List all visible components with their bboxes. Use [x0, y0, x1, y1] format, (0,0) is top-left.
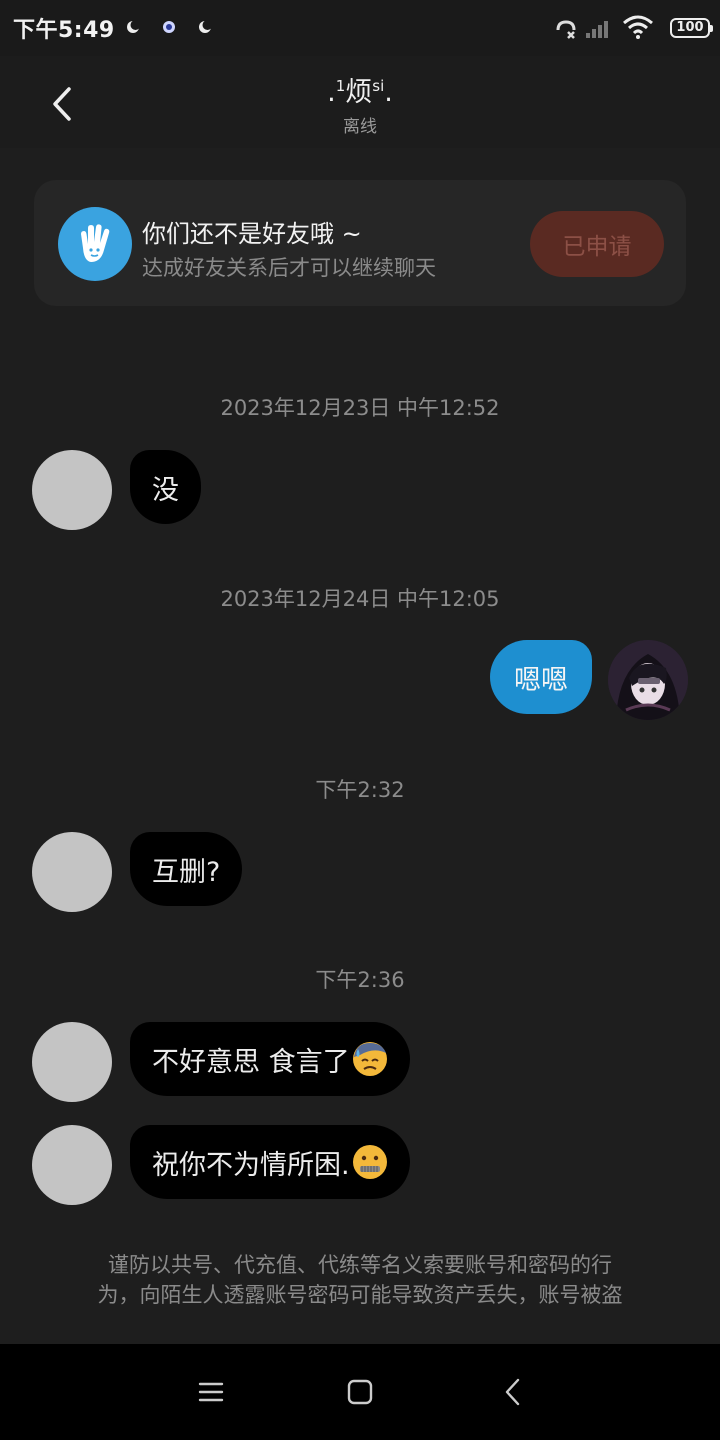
wifi-icon [623, 15, 653, 39]
title-sup-1: 1 [335, 77, 346, 95]
chat-title: .1烦si. [0, 70, 720, 109]
message-bubble-incoming[interactable]: 没 [130, 450, 201, 524]
cellular-signal-icon [586, 21, 608, 38]
nav-home-button[interactable] [336, 1368, 384, 1416]
call-disabled-icon [556, 20, 576, 39]
message-bubble-incoming[interactable]: 互删? [130, 832, 243, 906]
message-text: 不好意思 食言了 [152, 1046, 350, 1078]
message-timestamp: 下午2:32 [315, 778, 405, 802]
title-suffix: . [384, 77, 393, 108]
notice-line-2: 为，向陌生人透露账号密码可能导致资产丢失，账号被盗 [97, 1283, 623, 1307]
message-text: 祝你不为情所困. [152, 1149, 350, 1181]
nav-back-button[interactable] [488, 1368, 536, 1416]
battery-indicator: 100 [670, 18, 713, 38]
zipper-mouth-emoji-icon [352, 1145, 387, 1179]
security-notice: 谨防以共号、代充值、代练等名义索要账号和密码的行 为，向陌生人透露账号密码可能导… [60, 1250, 660, 1310]
downcast-sweat-emoji-icon [352, 1042, 387, 1076]
message-timestamp: 2023年12月23日 中午12:52 [220, 396, 500, 420]
notification-moon-icon [127, 20, 140, 33]
notification-app-icon [163, 21, 175, 33]
banner-subtitle: 达成好友关系后才可以继续聊天 [142, 256, 436, 280]
my-avatar[interactable] [608, 640, 688, 720]
contact-avatar[interactable] [32, 832, 112, 912]
home-square-icon [347, 1379, 373, 1405]
banner-title: 你们还不是好友哦 ~ [142, 220, 362, 248]
contact-avatar[interactable] [32, 1125, 112, 1205]
status-bar: 下午5:49 100 [0, 0, 720, 56]
message-timestamp: 下午2:36 [315, 968, 405, 992]
title-prefix: . [327, 77, 336, 108]
notification-moon-icon-2 [199, 20, 212, 33]
wave-hand-icon [58, 207, 132, 281]
contact-avatar[interactable] [32, 450, 112, 530]
message-bubble-incoming[interactable]: 不好意思 食言了 [130, 1022, 410, 1096]
status-time: 下午5:49 [13, 18, 115, 43]
message-bubble-incoming[interactable]: 祝你不为情所困. [130, 1125, 410, 1199]
chat-header: .1烦si. 离线 [0, 56, 720, 148]
back-triangle-icon [505, 1378, 520, 1406]
title-sup-2: si [372, 77, 385, 95]
notice-line-1: 谨防以共号、代充值、代练等名义索要账号和密码的行 [108, 1253, 612, 1277]
system-nav-bar [0, 1344, 720, 1440]
message-bubble-outgoing[interactable]: 嗯嗯 [490, 640, 592, 714]
message-timestamp: 2023年12月24日 中午12:05 [220, 587, 500, 611]
nav-menu-button[interactable] [187, 1368, 235, 1416]
menu-icon [198, 1382, 224, 1402]
contact-avatar[interactable] [32, 1022, 112, 1102]
title-main: 烦 [345, 77, 373, 108]
online-status: 离线 [343, 117, 377, 137]
applied-button[interactable]: 已申请 [530, 211, 664, 277]
friend-request-banner: 你们还不是好友哦 ~ 达成好友关系后才可以继续聊天 已申请 [34, 180, 686, 306]
